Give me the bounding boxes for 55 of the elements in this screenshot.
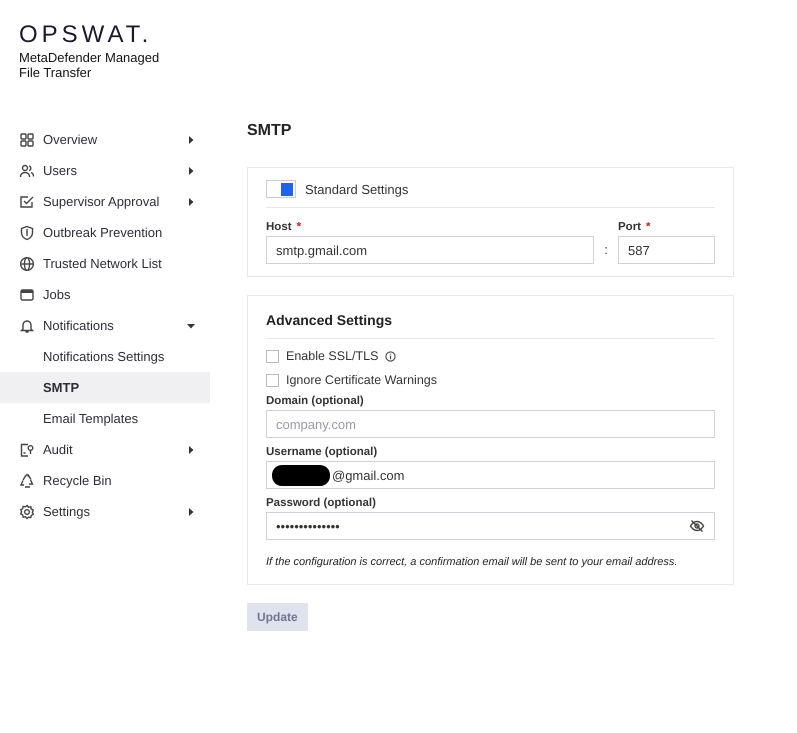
- info-icon[interactable]: [385, 350, 396, 362]
- sidebar-item[interactable]: Settings: [0, 496, 210, 527]
- sidebar-item[interactable]: Email Templates: [0, 403, 210, 434]
- sidebar-item[interactable]: Overview: [0, 124, 210, 155]
- gear-icon: [19, 504, 35, 520]
- globe-icon: [19, 256, 35, 272]
- caret-right-icon: [187, 136, 195, 144]
- grid-icon: [19, 132, 35, 148]
- window-icon: [19, 286, 35, 302]
- checklist-icon: [19, 194, 35, 210]
- sidebar-item[interactable]: Notifications: [0, 310, 210, 341]
- required-asterisk: *: [296, 221, 302, 233]
- username-field[interactable]: @gmail.com: [266, 461, 715, 489]
- sidebar-item[interactable]: Jobs: [0, 279, 210, 310]
- caret-right-icon: [187, 198, 195, 206]
- product-name: MetaDefender Managed File Transfer: [19, 50, 160, 80]
- sidebar-item[interactable]: Notifications Settings: [0, 341, 210, 372]
- field-label: Password (optional): [266, 497, 377, 509]
- sidebar-item[interactable]: Recycle Bin: [0, 465, 210, 496]
- caret-down-icon: [187, 322, 195, 330]
- host-field[interactable]: smtp.gmail.com: [266, 236, 594, 264]
- shield-icon: [19, 224, 35, 240]
- checkbox-label: Ignore Certificate Warnings: [286, 373, 437, 387]
- field-label: Domain (optional): [266, 395, 365, 407]
- users-icon: [19, 162, 35, 178]
- field-label: Username (optional): [266, 446, 378, 458]
- separator-colon: :: [603, 241, 609, 259]
- bell-icon: [19, 318, 35, 334]
- port-field[interactable]: 587: [618, 236, 715, 264]
- toggle-switch[interactable]: [266, 180, 296, 198]
- sidebar-item[interactable]: Audit: [0, 434, 210, 465]
- page-title: SMTP: [247, 122, 292, 140]
- checkbox-label: Enable SSL/TLS: [286, 349, 378, 363]
- required-asterisk: *: [646, 221, 650, 233]
- hint-text: If the configuration is correct, a confirmation email will be sent to your email address.: [266, 556, 678, 568]
- caret-right-icon: [187, 166, 195, 174]
- domain-field[interactable]: company.com: [266, 410, 715, 438]
- field-label: Host *: [266, 221, 302, 233]
- password-field[interactable]: ••••••••••••••: [266, 512, 715, 540]
- sidebar-item[interactable]: SMTP: [0, 372, 210, 403]
- section-title: Advanced Settings: [266, 312, 392, 328]
- checkbox[interactable]: [266, 350, 279, 362]
- document-icon: [19, 442, 35, 458]
- caret-right-icon: [187, 508, 195, 516]
- checkbox[interactable]: [266, 374, 279, 386]
- recycle-icon: [19, 472, 35, 488]
- toggle-label: Standard Settings: [305, 182, 408, 196]
- sidebar-item[interactable]: Supervisor Approval: [0, 186, 210, 217]
- field-label: Port *: [618, 221, 652, 233]
- sidebar-item[interactable]: Outbreak Prevention: [0, 217, 210, 248]
- company-logo: OPSWAT.: [19, 22, 152, 48]
- sidebar-item[interactable]: Trusted Network List: [0, 248, 210, 279]
- caret-right-icon: [187, 446, 195, 454]
- sidebar-item[interactable]: Users: [0, 155, 210, 186]
- eye-slash-icon[interactable]: [689, 518, 705, 534]
